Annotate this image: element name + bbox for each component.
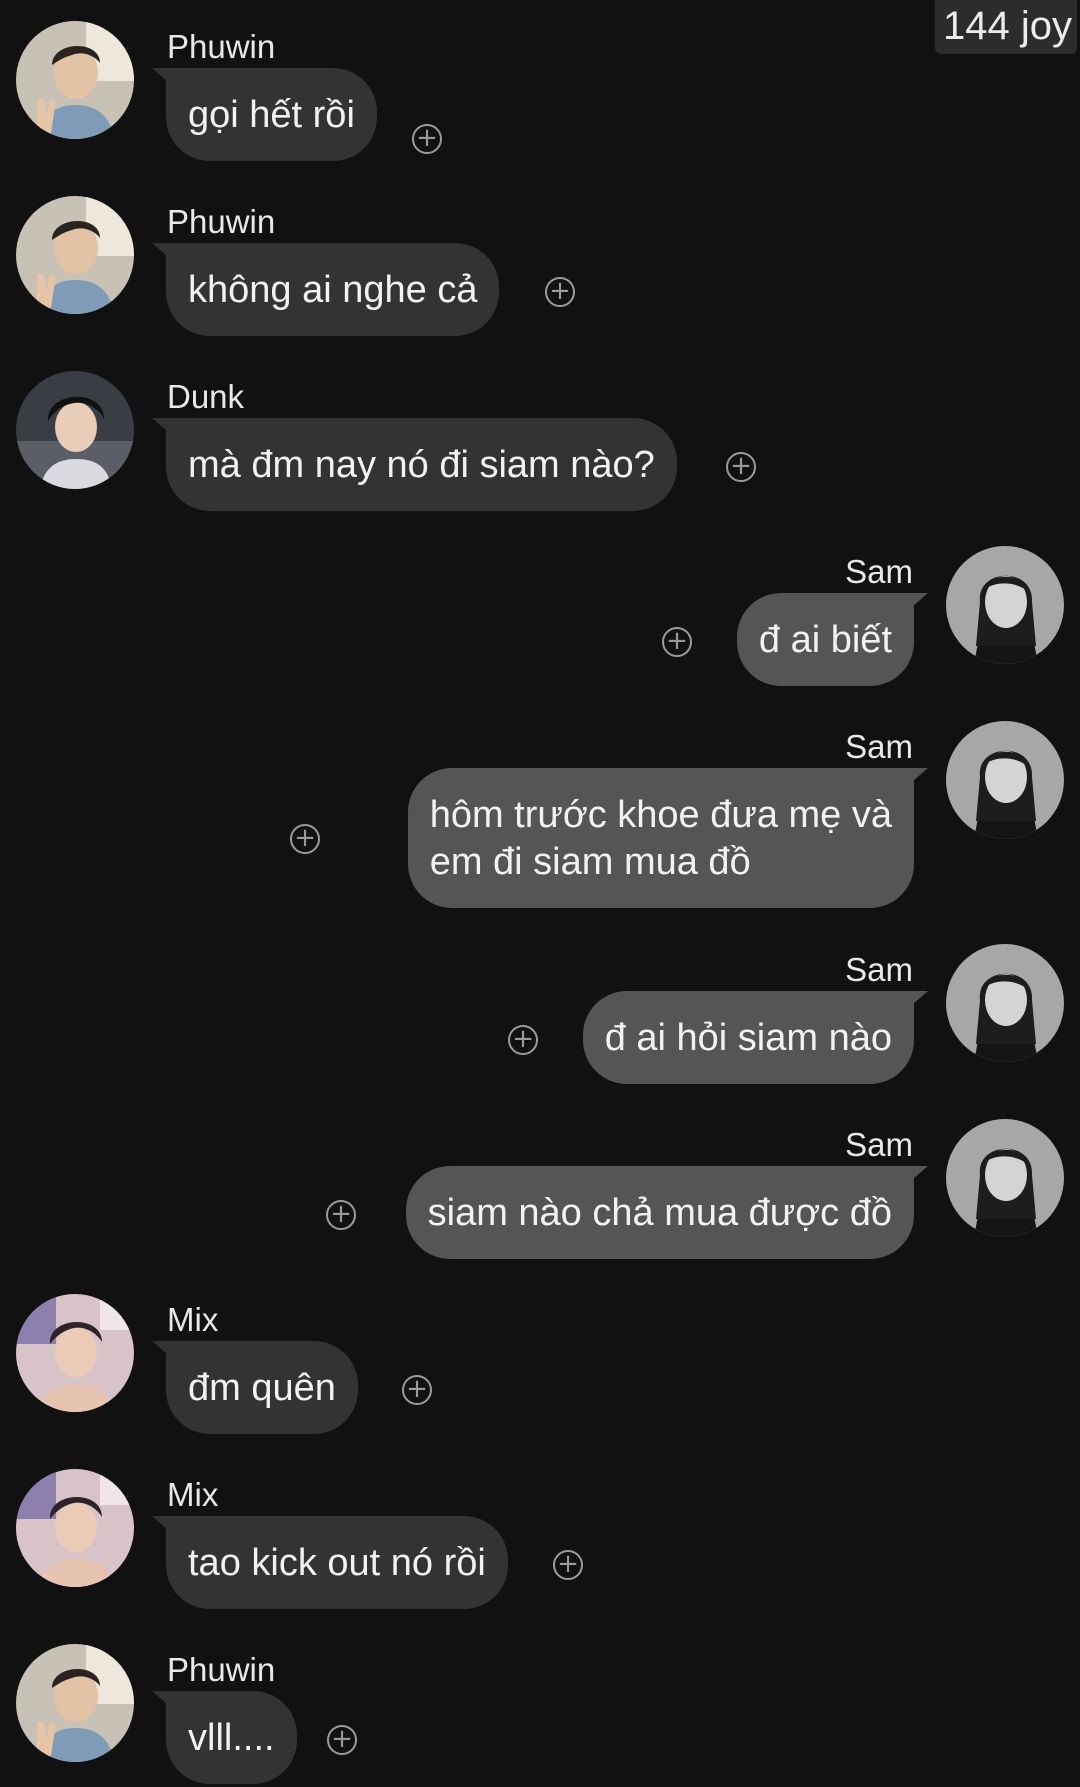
message-bubble[interactable]: đ ai hỏi siam nào	[582, 991, 914, 1084]
add-reaction-icon[interactable]: +	[412, 124, 442, 154]
sender-name: Dunk	[167, 378, 245, 415]
sender-name: Phuwin	[167, 203, 276, 240]
phuwin-avatar[interactable]	[16, 1644, 134, 1762]
sender-name: Sam	[845, 1126, 913, 1163]
add-reaction-icon[interactable]: +	[326, 1200, 356, 1230]
sam-avatar[interactable]	[946, 1119, 1064, 1237]
add-reaction-icon[interactable]: +	[662, 627, 692, 657]
add-reaction-icon[interactable]: +	[290, 824, 320, 854]
add-reaction-icon[interactable]: +	[726, 452, 756, 482]
add-reaction-icon[interactable]: +	[327, 1725, 357, 1755]
message-bubble[interactable]: mà đm nay nó đi siam nào?	[166, 418, 677, 511]
dunk-avatar[interactable]	[16, 371, 134, 489]
sender-name: Phuwin	[167, 28, 276, 65]
message-bubble[interactable]: hôm trước khoe đưa mẹ và em đi siam mua …	[407, 768, 914, 908]
phuwin-avatar[interactable]	[16, 196, 134, 314]
message-bubble[interactable]: tao kick out nó rồi	[166, 1516, 508, 1609]
sender-name: Mix	[167, 1476, 219, 1513]
watermark: 144 joy	[935, 0, 1077, 54]
add-reaction-icon[interactable]: +	[545, 277, 575, 307]
add-reaction-icon[interactable]: +	[402, 1375, 432, 1405]
sender-name: Mix	[167, 1301, 219, 1338]
sam-avatar[interactable]	[946, 546, 1064, 664]
add-reaction-icon[interactable]: +	[508, 1025, 538, 1055]
add-reaction-icon[interactable]: +	[553, 1550, 583, 1580]
sender-name: Sam	[845, 951, 913, 988]
sender-name: Sam	[845, 553, 913, 590]
message-bubble[interactable]: không ai nghe cả	[166, 243, 500, 336]
sender-name: Sam	[845, 728, 913, 765]
message-bubble[interactable]: vlll....	[166, 1691, 297, 1784]
sender-name: Phuwin	[167, 1651, 276, 1688]
message-bubble[interactable]: đm quên	[166, 1341, 358, 1434]
mix-avatar[interactable]	[16, 1294, 134, 1412]
sam-avatar[interactable]	[946, 944, 1064, 1062]
message-bubble[interactable]: siam nào chả mua được đồ	[405, 1166, 914, 1259]
sam-avatar[interactable]	[946, 721, 1064, 839]
message-bubble[interactable]: đ ai biết	[736, 593, 914, 686]
message-bubble[interactable]: gọi hết rồi	[166, 68, 377, 161]
mix-avatar[interactable]	[16, 1469, 134, 1587]
phuwin-avatar[interactable]	[16, 21, 134, 139]
